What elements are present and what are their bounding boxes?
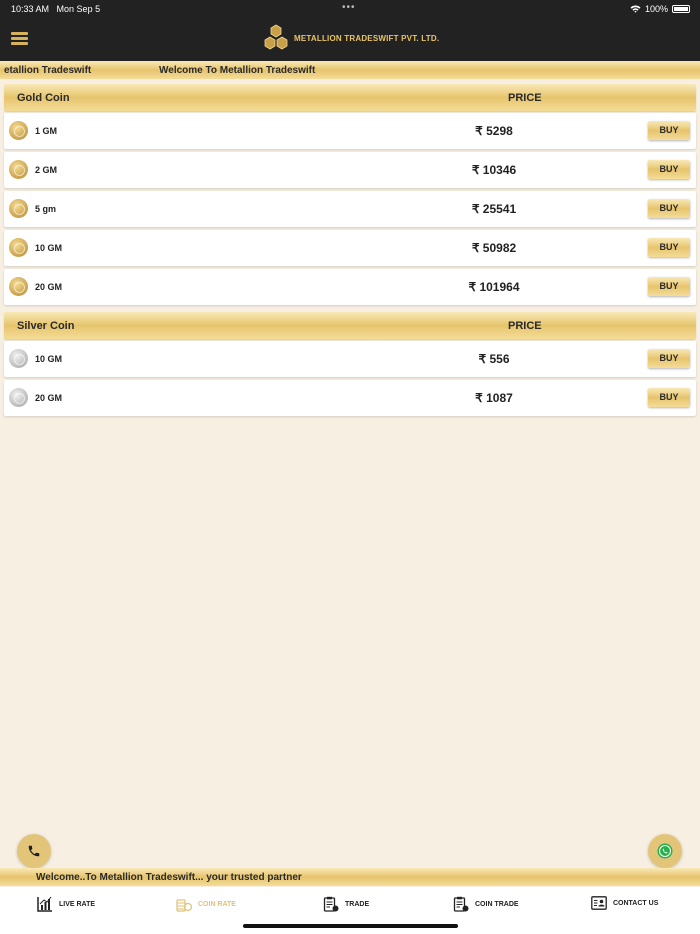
coin-price: ₹ 10346 bbox=[471, 163, 517, 177]
coins-icon bbox=[176, 899, 192, 912]
buy-button[interactable]: BUY bbox=[648, 388, 690, 407]
wifi-icon bbox=[630, 5, 641, 13]
buy-button[interactable]: BUY bbox=[648, 238, 690, 257]
bar-chart-icon bbox=[37, 896, 52, 912]
buy-button[interactable]: BUY bbox=[648, 277, 690, 296]
price-column-header: PRICE bbox=[508, 320, 542, 332]
company-logo: METALLION TRADESWIFT PVT. LTD. bbox=[262, 24, 439, 52]
coin-price: ₹ 1087 bbox=[475, 391, 513, 405]
tab-live-rate[interactable]: LIVE RATE bbox=[37, 896, 95, 912]
whatsapp-button[interactable] bbox=[648, 834, 682, 868]
gold-coin-icon bbox=[9, 121, 28, 140]
status-time: 10:33 AM Mon Sep 5 bbox=[11, 4, 101, 14]
tab-coin-rate[interactable]: COIN RATE bbox=[176, 896, 236, 912]
coin-weight: 20 GM bbox=[35, 393, 63, 403]
battery-icon bbox=[672, 5, 690, 13]
gold-coin-icon bbox=[9, 160, 28, 179]
coin-weight: 20 GM bbox=[35, 282, 63, 292]
coin-price: ₹ 25541 bbox=[471, 202, 517, 216]
marquee-ticker: etallion Tradeswift Welcome To Metallion… bbox=[0, 61, 700, 79]
coin-weight: 10 GM bbox=[35, 243, 63, 253]
buy-button[interactable]: BUY bbox=[648, 199, 690, 218]
tab-label: LIVE RATE bbox=[59, 900, 96, 908]
coin-price: ₹ 556 bbox=[478, 352, 510, 366]
multitask-dots-icon: ••• bbox=[342, 2, 356, 13]
clipboard-icon bbox=[323, 896, 339, 912]
coin-row: 2 GM ₹ 10346 BUY bbox=[4, 152, 696, 188]
coin-price: ₹ 101964 bbox=[468, 280, 520, 294]
buy-button[interactable]: BUY bbox=[648, 121, 690, 140]
ticker-text-2: Welcome To Metallion Tradeswift bbox=[159, 65, 316, 76]
status-right: 100% bbox=[630, 4, 690, 14]
bottom-marquee: Welcome..To Metallion Tradeswift... your… bbox=[0, 868, 700, 886]
coin-price: ₹ 5298 bbox=[475, 124, 513, 138]
tab-contact-us[interactable]: CONTACT US bbox=[591, 896, 658, 910]
coin-row: 10 GM ₹ 556 BUY bbox=[4, 341, 696, 377]
tab-trade[interactable]: TRADE bbox=[323, 896, 369, 912]
phone-icon bbox=[28, 845, 40, 857]
coin-weight: 5 gm bbox=[35, 204, 57, 214]
battery-percent: 100% bbox=[644, 4, 668, 14]
gold-coin-header: Gold Coin PRICE bbox=[4, 84, 696, 111]
tab-label: TRADE bbox=[345, 900, 370, 908]
home-indicator[interactable] bbox=[243, 924, 458, 928]
contact-card-icon bbox=[591, 896, 607, 910]
coin-weight: 1 GM bbox=[35, 126, 58, 136]
coin-weight: 2 GM bbox=[35, 165, 58, 175]
ticker-text-1: etallion Tradeswift bbox=[4, 65, 92, 76]
silver-coin-icon bbox=[9, 349, 28, 368]
gold-coin-icon bbox=[9, 238, 28, 257]
call-button[interactable] bbox=[17, 834, 51, 868]
coin-row: 10 GM ₹ 50982 BUY bbox=[4, 230, 696, 266]
whatsapp-icon bbox=[657, 843, 673, 859]
coin-row: 20 GM ₹ 101964 BUY bbox=[4, 269, 696, 305]
coin-row: 20 GM ₹ 1087 BUY bbox=[4, 380, 696, 416]
coin-row: 1 GM ₹ 5298 BUY bbox=[4, 113, 696, 149]
clipboard-icon bbox=[453, 896, 469, 912]
app-header: METALLION TRADESWIFT PVT. LTD. bbox=[0, 18, 700, 61]
tab-label: CONTACT US bbox=[613, 899, 659, 907]
coin-price: ₹ 50982 bbox=[471, 241, 517, 255]
section-title: Gold Coin bbox=[17, 92, 70, 104]
hexagon-logo-icon bbox=[264, 24, 288, 50]
menu-icon[interactable] bbox=[11, 32, 28, 45]
gold-coin-icon bbox=[9, 199, 28, 218]
tab-label: COIN TRADE bbox=[475, 900, 519, 908]
tab-coin-trade[interactable]: COIN TRADE bbox=[453, 896, 519, 912]
buy-button[interactable]: BUY bbox=[648, 160, 690, 179]
logo-text: METALLION TRADESWIFT PVT. LTD. bbox=[294, 33, 440, 43]
buy-button[interactable]: BUY bbox=[648, 349, 690, 368]
coin-row: 5 gm ₹ 25541 BUY bbox=[4, 191, 696, 227]
coin-weight: 10 GM bbox=[35, 354, 63, 364]
silver-coin-header: Silver Coin PRICE bbox=[4, 312, 696, 339]
status-bar: 10:33 AM Mon Sep 5 ••• 100% bbox=[0, 0, 700, 18]
gold-coin-icon bbox=[9, 277, 28, 296]
silver-coin-icon bbox=[9, 388, 28, 407]
tab-label: COIN RATE bbox=[198, 900, 236, 908]
bottom-ticker-text: Welcome..To Metallion Tradeswift... your… bbox=[36, 872, 302, 883]
section-title: Silver Coin bbox=[17, 320, 75, 332]
price-column-header: PRICE bbox=[508, 92, 542, 104]
